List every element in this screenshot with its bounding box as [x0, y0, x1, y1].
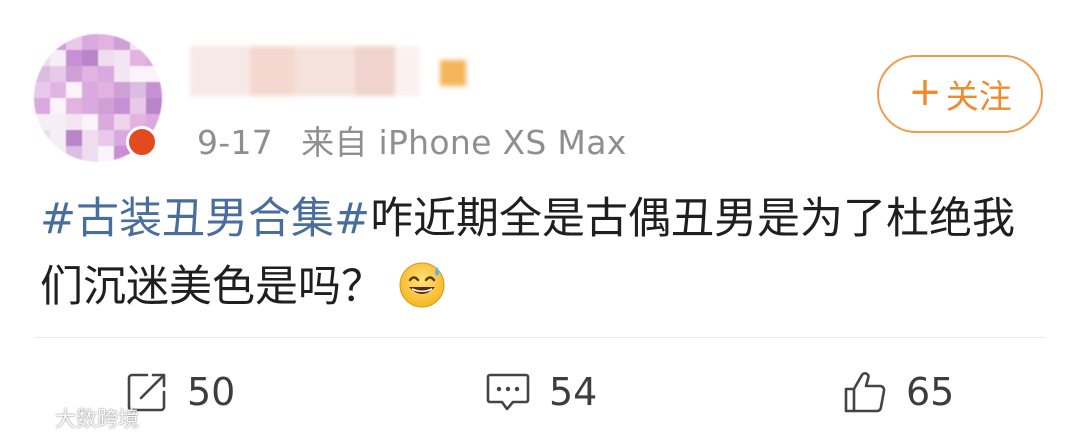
avatar-pixel: [34, 130, 50, 146]
follow-label: 关注: [945, 77, 1012, 116]
avatar-pixel: [82, 34, 98, 50]
avatar-pixel: [34, 66, 50, 82]
avatar-pixel: [114, 98, 130, 114]
post-meta: 9-17 来自 iPhone XS Max: [197, 116, 627, 164]
post-date: 9-17: [197, 123, 274, 162]
post-text: #古装丑男合集#咋近期全是古偶丑男是为了杜绝我们沉迷美色是吗？: [40, 185, 1040, 321]
avatar-pixel: [114, 50, 130, 66]
avatar-pixel: [114, 66, 130, 82]
avatar-pixel: [146, 50, 162, 66]
avatar-pixel: [98, 146, 114, 162]
avatar-pixel: [50, 130, 66, 146]
post-source: 来自 iPhone XS Max: [301, 123, 627, 162]
avatar-pixel: [82, 50, 98, 66]
avatar-pixel: [114, 82, 130, 98]
repost-count: 50: [187, 370, 236, 414]
avatar-pixel: [66, 146, 82, 162]
avatar-pixel: [66, 66, 82, 82]
plus-icon: +: [908, 69, 942, 115]
avatar-pixel: [50, 82, 66, 98]
avatar-pixel: [82, 146, 98, 162]
avatar-pixel: [50, 114, 66, 130]
avatar-pixel: [66, 98, 82, 114]
hashtag-link[interactable]: #古装丑男合集#: [40, 194, 370, 244]
avatar-pixel: [82, 82, 98, 98]
avatar-pixel: [82, 114, 98, 130]
avatar-pixel: [34, 34, 50, 50]
avatar-pixel: [66, 34, 82, 50]
avatar-pixel: [130, 50, 146, 66]
avatar-pixel: [98, 114, 114, 130]
like-count: 65: [906, 370, 955, 414]
avatar-pixel: [34, 82, 50, 98]
follow-button[interactable]: + 关注: [877, 55, 1043, 133]
thumbs-up-icon: [844, 372, 886, 413]
avatar-pixel: [50, 98, 66, 114]
comment-button[interactable]: 54: [485, 360, 597, 424]
divider: [34, 337, 1046, 338]
avatar-pixel: [34, 98, 50, 114]
like-button[interactable]: 65: [842, 360, 954, 424]
avatar-pixel: [82, 130, 98, 146]
avatar-pixel: [146, 98, 162, 114]
avatar-pixel: [114, 114, 130, 130]
avatar-pixel: [34, 50, 50, 66]
avatar-pixel: [66, 50, 82, 66]
avatar-pixel: [66, 130, 82, 146]
avatar-pixel: [146, 66, 162, 82]
comment-icon: [486, 373, 530, 411]
avatar-pixel: [98, 34, 114, 50]
avatar-pixel: [50, 66, 66, 82]
watermark-text: 大数跨境: [55, 407, 139, 431]
avatar-pixel: [50, 34, 66, 50]
verified-badge-icon: [126, 126, 158, 158]
avatar-pixel: [114, 34, 130, 50]
avatar-pixel: [82, 66, 98, 82]
avatar-pixel: [146, 82, 162, 98]
avatar-pixel: [130, 34, 146, 50]
avatar-pixel: [66, 82, 82, 98]
avatar-pixel: [82, 98, 98, 114]
sweat-smile-emoji-icon: [399, 262, 445, 308]
comment-count: 54: [549, 370, 598, 414]
avatar-pixel: [98, 50, 114, 66]
watermark-logo-icon: [11, 410, 48, 426]
avatar-pixel: [98, 66, 114, 82]
avatar-pixel: [34, 114, 50, 130]
avatar-pixel: [34, 146, 50, 162]
avatar-pixel: [50, 146, 66, 162]
avatar-pixel: [66, 114, 82, 130]
avatar-pixel: [130, 82, 146, 98]
avatar-pixel: [50, 50, 66, 66]
watermark: 大数跨境: [10, 403, 139, 433]
avatar-pixel: [130, 66, 146, 82]
avatar-pixel: [98, 82, 114, 98]
avatar-pixel: [130, 98, 146, 114]
username-blurred[interactable]: [190, 46, 510, 96]
avatar-pixel: [146, 34, 162, 50]
repost-button[interactable]: 50: [125, 360, 235, 424]
avatar-pixel: [98, 98, 114, 114]
avatar-pixel: [98, 130, 114, 146]
